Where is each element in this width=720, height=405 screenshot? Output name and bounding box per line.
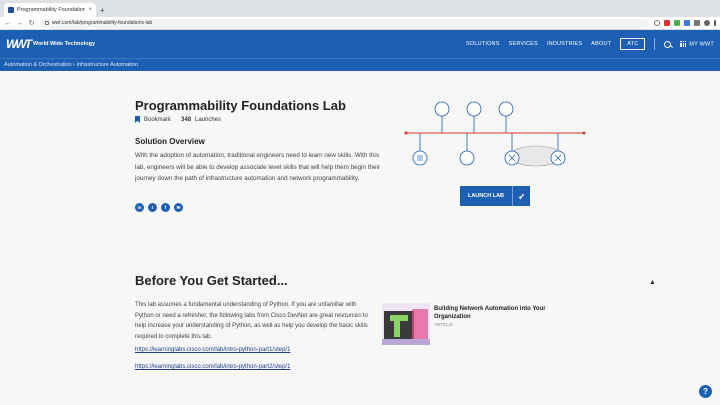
launches-count: 348 xyxy=(181,116,192,123)
breadcrumb-text: Automation & Orchestration › Infrastruct… xyxy=(4,62,138,68)
article-thumbnail-image xyxy=(382,303,430,345)
nav-services[interactable]: SERVICES xyxy=(509,41,538,47)
launch-lab-label: LAUNCH LAB xyxy=(467,193,505,199)
page-title: Programmability Foundations Lab xyxy=(135,98,346,113)
close-tab-icon[interactable]: × xyxy=(88,7,92,13)
article-title[interactable]: Building Network Automation into Your Or… xyxy=(434,305,554,321)
nav-divider xyxy=(654,38,656,50)
my-wwt-menu[interactable]: MY WWT xyxy=(680,40,714,48)
launches-label: Launches xyxy=(195,116,222,123)
before-body: This lab assumes a fundamental understan… xyxy=(135,302,368,340)
linkedin-icon[interactable]: in xyxy=(135,203,144,212)
network-diagram xyxy=(404,101,586,167)
star-icon[interactable] xyxy=(654,20,660,26)
twitter-icon[interactable]: t xyxy=(148,203,157,212)
lock-icon xyxy=(45,21,49,25)
help-button[interactable]: ? xyxy=(699,385,712,398)
breadcrumb[interactable]: Automation & Orchestration › Infrastruct… xyxy=(0,58,720,71)
lab-meta: Bookmark · 348 Launches xyxy=(135,116,221,123)
apps-grid-icon xyxy=(680,40,687,47)
main-content: Programmability Foundations Lab Bookmark… xyxy=(0,71,720,405)
extension-blue-icon[interactable] xyxy=(684,20,690,26)
email-icon[interactable]: ✉ xyxy=(174,203,183,212)
favicon-icon xyxy=(8,7,14,13)
overview-body: With the adoption of automation, traditi… xyxy=(135,152,381,182)
wwt-logo[interactable]: WWT World Wide Technology xyxy=(6,37,95,51)
mouse-cursor-icon: ▲ xyxy=(649,279,656,286)
social-share: in t f ✉ xyxy=(135,203,183,212)
logo-text: World Wide Technology xyxy=(32,41,96,47)
address-bar: ← → ↻ wwt.com/lab/programmability-founda… xyxy=(0,17,720,30)
logo-mark: WWT xyxy=(6,37,32,51)
extension-green-icon[interactable] xyxy=(674,20,680,26)
python-part1-link[interactable]: https://learninglabs.cisco.com/lab/intro… xyxy=(135,347,290,353)
article-type: ARTICLE xyxy=(434,322,453,327)
forward-icon[interactable]: → xyxy=(16,20,23,27)
extensions xyxy=(654,20,716,26)
bookmark-link[interactable]: Bookmark xyxy=(144,117,171,123)
article-thumbnail[interactable] xyxy=(382,303,430,345)
facebook-icon[interactable]: f xyxy=(161,203,170,212)
extensions-puzzle-icon[interactable] xyxy=(694,20,700,26)
nav-industries[interactable]: INDUSTRIES xyxy=(547,41,582,47)
url-text: wwt.com/lab/programmability-foundations-… xyxy=(52,20,153,26)
launch-lab-button[interactable]: LAUNCH LAB ➶ xyxy=(460,186,530,206)
python-part2-link[interactable]: https://learninglabs.cisco.com/lab/intro… xyxy=(135,364,290,370)
profile-avatar-icon[interactable] xyxy=(704,20,710,26)
before-title: Before You Get Started... xyxy=(135,273,288,288)
nav-about[interactable]: ABOUT xyxy=(591,41,611,47)
my-wwt-label: MY WWT xyxy=(689,41,714,48)
browser-menu-icon[interactable] xyxy=(714,20,716,26)
meta-separator: · xyxy=(175,116,178,123)
search-icon[interactable] xyxy=(664,40,672,48)
browser-tab[interactable]: Programmability Foundations Lab × xyxy=(4,3,96,17)
main-nav: SOLUTIONS SERVICES INDUSTRIES ABOUT ATC … xyxy=(466,38,714,50)
nav-solutions[interactable]: SOLUTIONS xyxy=(466,41,500,47)
browser-tab-bar: Programmability Foundations Lab × + xyxy=(0,0,720,17)
rocket-icon: ➶ xyxy=(512,186,530,206)
new-tab-button[interactable]: + xyxy=(100,6,105,15)
overview-title: Solution Overview xyxy=(135,137,205,146)
back-icon[interactable]: ← xyxy=(4,20,11,27)
site-header: WWT World Wide Technology SOLUTIONS SERV… xyxy=(0,30,720,58)
url-field[interactable]: wwt.com/lab/programmability-foundations-… xyxy=(40,18,649,28)
tab-title: Programmability Foundations Lab xyxy=(17,7,86,13)
bookmark-icon[interactable] xyxy=(135,116,140,123)
extension-red-icon[interactable] xyxy=(664,20,670,26)
atc-button[interactable]: ATC xyxy=(620,38,646,50)
reload-icon[interactable]: ↻ xyxy=(28,19,35,27)
